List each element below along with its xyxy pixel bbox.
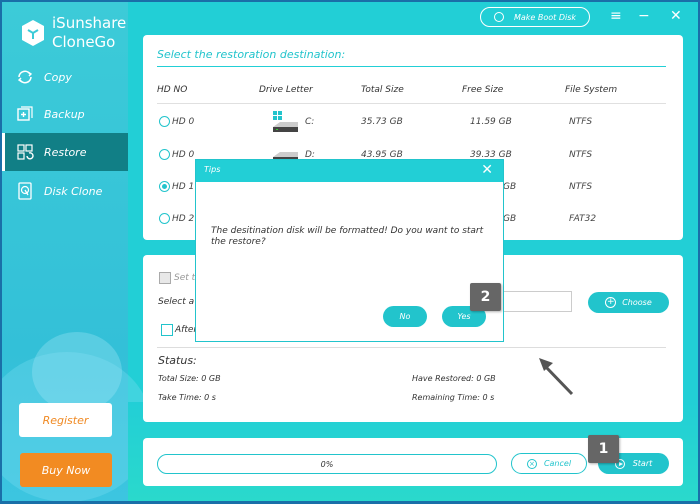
backup-icon bbox=[16, 105, 34, 123]
row-radio[interactable] bbox=[159, 116, 170, 127]
sidebar-item-label: Disk Clone bbox=[44, 184, 103, 198]
start-label: Start bbox=[632, 459, 653, 468]
dialog-header: Tips ✕ bbox=[196, 160, 503, 182]
sidebar-item-disk-clone[interactable]: Disk Clone bbox=[2, 172, 128, 210]
file-system: FAT32 bbox=[569, 214, 597, 224]
hd-no: HD 0 bbox=[172, 150, 195, 160]
make-boot-disk-label: Make Boot Disk bbox=[513, 12, 577, 22]
app-window: iSunshare CloneGo Copy Backup Restore Dis… bbox=[2, 2, 698, 501]
column-header-hd-no: HD NO bbox=[157, 85, 188, 95]
disc-icon bbox=[493, 12, 504, 22]
sidebar-item-label: Restore bbox=[44, 145, 87, 159]
sidebar-item-copy[interactable]: Copy bbox=[2, 58, 128, 96]
progress-label: 0% bbox=[320, 459, 334, 469]
hd-no: HD 1 bbox=[172, 182, 195, 192]
register-button[interactable]: Register bbox=[19, 403, 112, 437]
select-label: Select a bbox=[158, 297, 195, 307]
sidebar: iSunshare CloneGo Copy Backup Restore Dis… bbox=[2, 2, 152, 501]
after-label: After bbox=[175, 325, 198, 335]
copy-icon bbox=[16, 68, 34, 86]
hd-no: HD 0 bbox=[172, 117, 195, 127]
path-input[interactable] bbox=[498, 291, 572, 312]
row-radio-selected[interactable] bbox=[159, 181, 170, 192]
set-label: Set t bbox=[174, 273, 196, 283]
file-system: NTFS bbox=[569, 150, 593, 160]
cancel-icon: × bbox=[526, 458, 537, 469]
drive-letter: C: bbox=[305, 117, 315, 127]
sidebar-item-label: Copy bbox=[44, 70, 72, 84]
after-checkbox[interactable] bbox=[161, 324, 173, 336]
disk-clone-icon bbox=[16, 182, 34, 200]
hd-no: HD 2 bbox=[172, 214, 195, 224]
no-button[interactable]: No bbox=[383, 306, 427, 327]
step-badge-1: 1 bbox=[588, 435, 619, 463]
free-size: GB bbox=[503, 182, 517, 192]
divider bbox=[157, 347, 666, 348]
close-icon[interactable]: ✕ bbox=[670, 8, 682, 24]
file-system: NTFS bbox=[569, 182, 593, 192]
status-title: Status: bbox=[158, 354, 197, 367]
sidebar-item-backup[interactable]: Backup bbox=[2, 95, 128, 133]
table-row[interactable]: HD 0 C: 35.73 GB 11.59 GB NTFS bbox=[143, 111, 683, 133]
column-header-total-size: Total Size bbox=[361, 85, 404, 95]
divider bbox=[157, 66, 666, 67]
dialog-close-icon[interactable]: ✕ bbox=[481, 162, 493, 178]
logo-icon bbox=[22, 20, 44, 46]
restore-icon bbox=[16, 143, 34, 161]
app-logo: iSunshare CloneGo bbox=[20, 14, 126, 52]
app-name-line1: iSunshare bbox=[52, 14, 127, 32]
destination-title: Select the restoration destination: bbox=[157, 48, 346, 61]
free-size: GB bbox=[503, 214, 517, 224]
sidebar-item-restore[interactable]: Restore bbox=[2, 133, 128, 171]
total-size: 35.73 GB bbox=[361, 117, 403, 127]
plus-icon: + bbox=[605, 297, 617, 308]
minimize-icon[interactable]: − bbox=[638, 8, 650, 24]
remaining-time-status: Remaining Time: 0 s bbox=[412, 393, 495, 402]
dialog-message: The desitination disk will be formatted!… bbox=[211, 226, 484, 247]
buy-now-button[interactable]: Buy Now bbox=[20, 453, 112, 487]
set-checkbox[interactable] bbox=[159, 272, 171, 284]
choose-label: Choose bbox=[622, 298, 652, 307]
row-radio[interactable] bbox=[159, 213, 170, 224]
cancel-label: Cancel bbox=[543, 459, 572, 468]
sidebar-item-label: Backup bbox=[44, 107, 85, 121]
tips-dialog: Tips ✕ The desitination disk will be for… bbox=[195, 159, 504, 342]
make-boot-disk-button[interactable]: Make Boot Disk bbox=[480, 7, 590, 27]
row-radio[interactable] bbox=[159, 149, 170, 160]
total-size-status: Total Size: 0 GB bbox=[158, 374, 221, 383]
dialog-title: Tips bbox=[204, 165, 221, 174]
windows-drive-icon bbox=[273, 111, 298, 132]
column-header-free-size: Free Size bbox=[462, 85, 504, 95]
free-size: 11.59 GB bbox=[470, 117, 512, 127]
cancel-button[interactable]: × Cancel bbox=[511, 453, 587, 474]
progress-bar: 0% bbox=[157, 454, 497, 474]
cloud-decoration bbox=[32, 332, 122, 412]
have-restored-status: Have Restored: 0 GB bbox=[412, 374, 496, 383]
menu-icon[interactable]: ≡ bbox=[610, 8, 622, 24]
column-header-drive-letter: Drive Letter bbox=[259, 85, 313, 95]
pointer-arrow-icon bbox=[539, 358, 574, 396]
file-system: NTFS bbox=[569, 117, 593, 127]
column-header-file-system: File System bbox=[565, 85, 618, 95]
divider bbox=[157, 103, 666, 104]
choose-button[interactable]: + Choose bbox=[588, 292, 669, 313]
take-time-status: Take Time: 0 s bbox=[158, 393, 216, 402]
app-name-line2: CloneGo bbox=[52, 33, 116, 51]
step-badge-2: 2 bbox=[470, 283, 501, 311]
